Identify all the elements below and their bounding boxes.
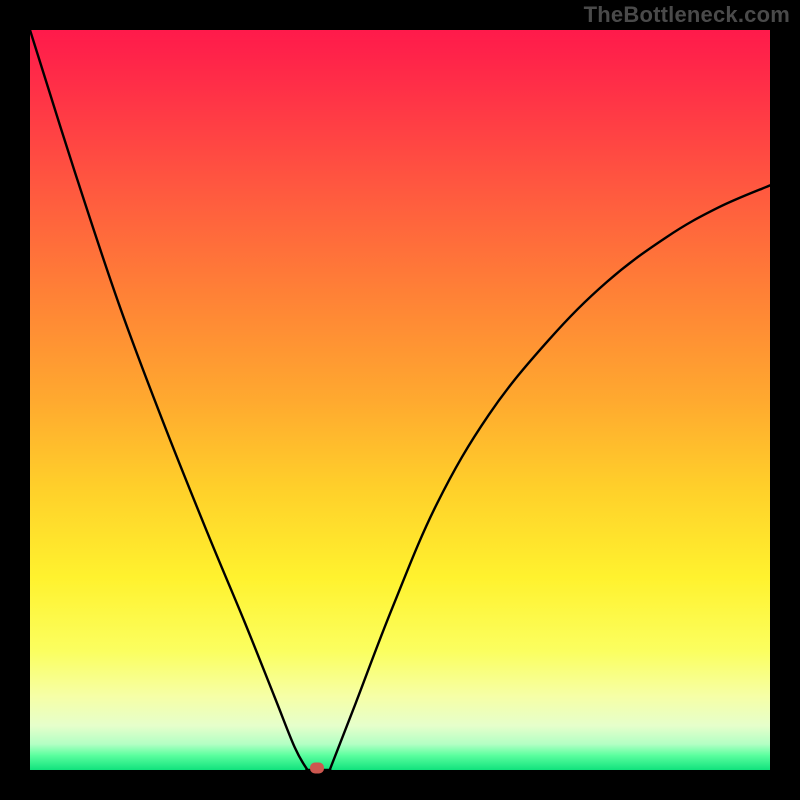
watermark-text: TheBottleneck.com — [584, 2, 790, 28]
plot-area — [30, 30, 770, 770]
bottleneck-curve — [30, 30, 770, 770]
chart-container: TheBottleneck.com — [0, 0, 800, 800]
minimum-marker — [310, 763, 324, 774]
